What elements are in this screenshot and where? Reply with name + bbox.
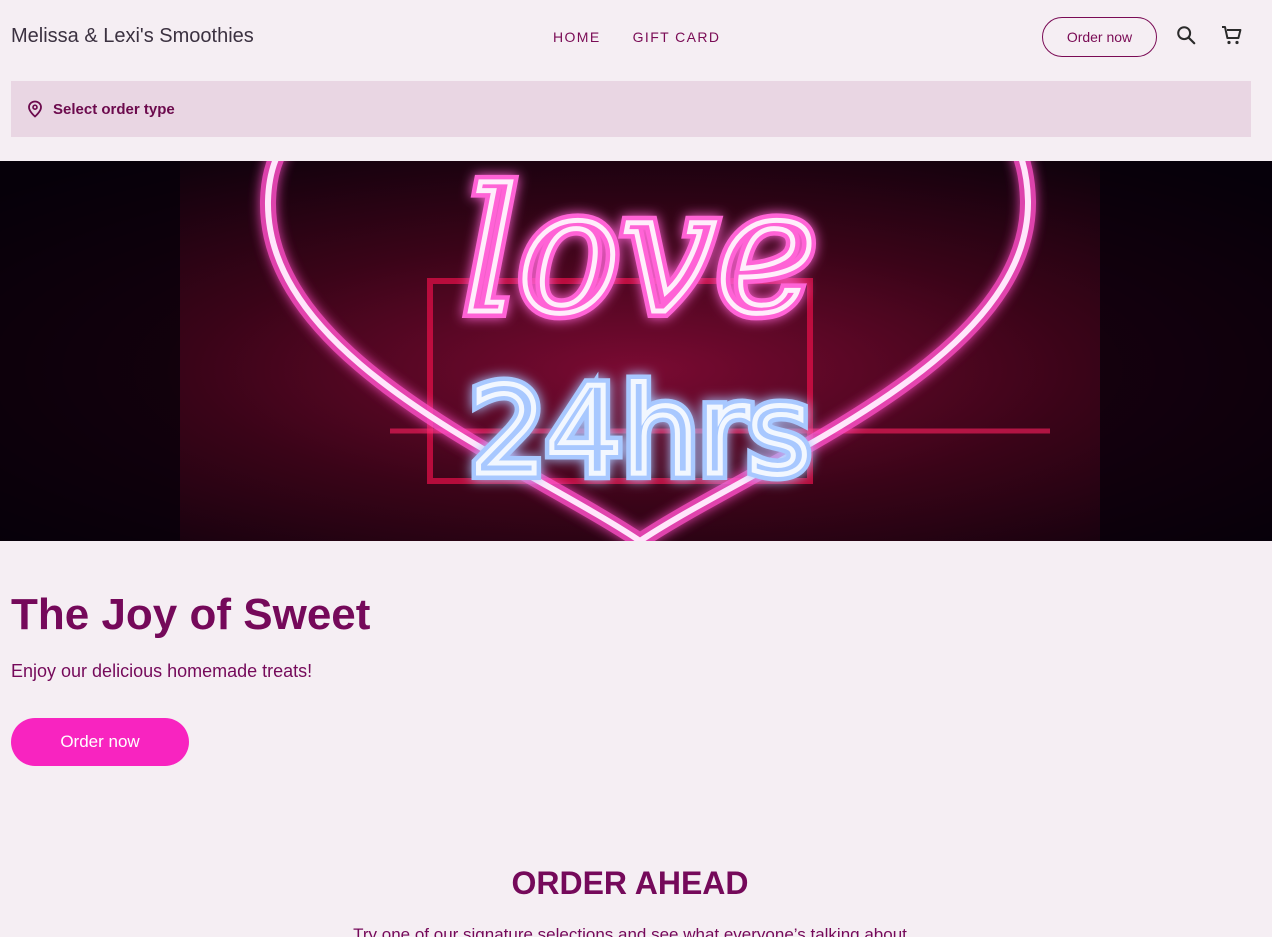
nav-gift-card[interactable]: GIFT CARD	[633, 29, 721, 45]
location-pin-icon	[27, 100, 45, 118]
cart-icon[interactable]	[1219, 22, 1245, 48]
hero-order-button[interactable]: Order now	[11, 718, 189, 766]
brand-name[interactable]: Melissa & Lexi's Smoothies	[11, 25, 254, 48]
site-header: Melissa & Lexi's Smoothies HOME GIFT CAR…	[0, 0, 1272, 74]
neon-love-text-core: love	[463, 161, 816, 352]
search-icon[interactable]	[1173, 22, 1199, 48]
nav-home[interactable]: HOME	[553, 29, 601, 45]
hero-title: The Joy of Sweet	[11, 590, 371, 639]
header-order-button[interactable]: Order now	[1042, 17, 1157, 57]
order-type-label: Select order type	[53, 100, 175, 118]
hero-subtitle: Enjoy our delicious homemade treats!	[11, 661, 313, 681]
section-title: ORDER AHEAD	[511, 865, 749, 901]
main-nav: HOME GIFT CARD	[553, 29, 720, 45]
neon-24hrs-text-core: 24hrs	[470, 363, 811, 502]
section-subtitle: Try one of our signature selections and …	[353, 925, 907, 937]
order-type-selector[interactable]: Select order type	[11, 81, 1251, 137]
hero-image: love love 24hrs 24hrs	[0, 161, 1272, 541]
